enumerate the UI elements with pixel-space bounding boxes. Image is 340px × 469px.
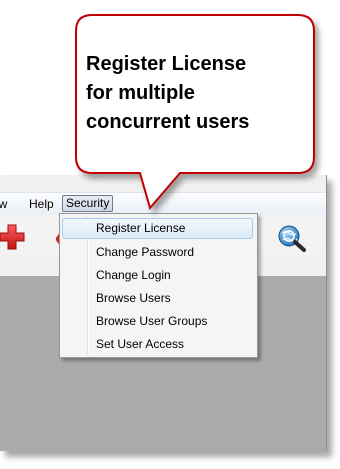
screenshot-stage: ow Help Security bbox=[0, 0, 340, 469]
security-dropdown-menu: Register License Change Password Change … bbox=[59, 213, 258, 358]
add-icon[interactable] bbox=[0, 222, 27, 252]
menu-item-change-login[interactable]: Change Login bbox=[62, 265, 253, 286]
callout-line-3: concurrent users bbox=[86, 111, 250, 133]
callout-line-2: for multiple bbox=[86, 82, 195, 104]
menu-item-browse-users[interactable]: Browse Users bbox=[62, 288, 253, 309]
menu-help[interactable]: Help bbox=[29, 196, 54, 212]
menu-window[interactable]: ow bbox=[0, 196, 7, 212]
menu-item-change-password[interactable]: Change Password bbox=[62, 242, 253, 263]
globe-search-icon[interactable] bbox=[277, 224, 307, 252]
menu-security[interactable]: Security bbox=[62, 195, 114, 212]
callout-line-1: Register License bbox=[86, 53, 247, 75]
menu-item-browse-user-groups[interactable]: Browse User Groups bbox=[62, 311, 253, 332]
menu-item-set-user-access[interactable]: Set User Access bbox=[62, 334, 253, 355]
callout-text: Register License for multiple concurrent… bbox=[86, 50, 301, 137]
menu-item-register-license[interactable]: Register License bbox=[62, 218, 253, 239]
